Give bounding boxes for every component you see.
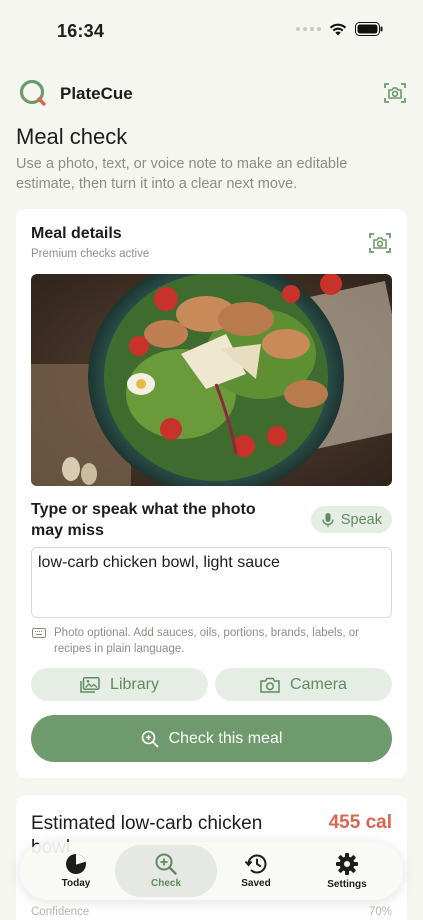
speak-prompt: Type or speak what the photo may miss — [31, 501, 256, 539]
tab-check[interactable]: Check — [115, 845, 217, 897]
library-button[interactable]: Library — [31, 668, 208, 701]
meal-note-input[interactable]: low-carb chicken bowl, light sauce — [31, 547, 392, 618]
speak-button[interactable]: Speak — [310, 506, 392, 533]
page-subtitle: Use a photo, text, or voice note to make… — [16, 156, 348, 192]
app-header: PlateCue — [0, 76, 423, 112]
gear-icon — [336, 853, 358, 875]
result-calories: 455 cal — [328, 812, 392, 833]
status-time: 16:34 — [57, 21, 105, 41]
card-subtitle: Premium checks active — [31, 248, 150, 260]
battery-icon — [355, 22, 383, 36]
zoom-in-icon — [141, 730, 158, 747]
camera-label: Camera — [290, 675, 347, 693]
confidence-label: Confidence — [31, 906, 90, 918]
pie-chart-icon — [66, 854, 86, 874]
page-title: Meal check — [16, 124, 128, 149]
meal-details-card: Meal details Premium checks active Type … — [16, 209, 407, 778]
history-icon — [244, 854, 267, 874]
tab-settings[interactable]: Settings — [301, 842, 393, 900]
photo-library-icon — [80, 676, 100, 693]
status-bar: 16:34 — [0, 0, 423, 62]
signal-icon — [296, 27, 321, 31]
magnifier-plus-icon — [155, 853, 177, 875]
confidence-value: 70% — [368, 906, 392, 918]
camera-button[interactable]: Camera — [215, 668, 392, 701]
status-icons — [296, 22, 383, 36]
speak-label: Speak — [340, 511, 382, 528]
microphone-icon — [322, 512, 334, 527]
tab-today[interactable]: Today — [30, 842, 122, 900]
hint-text: Photo optional. Add sauces, oils, portio… — [54, 627, 359, 655]
keyboard-icon — [32, 628, 46, 638]
tab-label: Today — [61, 878, 91, 889]
card-title: Meal details — [31, 225, 122, 242]
check-meal-button[interactable]: Check this meal — [31, 715, 392, 762]
wifi-icon — [329, 23, 347, 36]
app-name: PlateCue — [60, 84, 133, 103]
meal-photo[interactable] — [31, 274, 392, 486]
tab-bar: Today Check Saved Settings — [20, 842, 403, 900]
scan-camera-icon[interactable] — [368, 231, 392, 255]
tab-saved[interactable]: Saved — [210, 842, 302, 900]
tab-label: Check — [150, 878, 181, 889]
scan-camera-icon[interactable] — [383, 81, 407, 105]
platecue-logo-icon — [19, 79, 46, 106]
check-meal-label: Check this meal — [168, 729, 283, 747]
library-label: Library — [110, 675, 159, 693]
hint-row: Photo optional. Add sauces, oils, portio… — [32, 625, 392, 657]
tab-label: Settings — [327, 879, 367, 890]
tab-label: Saved — [241, 878, 271, 889]
camera-icon — [260, 677, 280, 693]
